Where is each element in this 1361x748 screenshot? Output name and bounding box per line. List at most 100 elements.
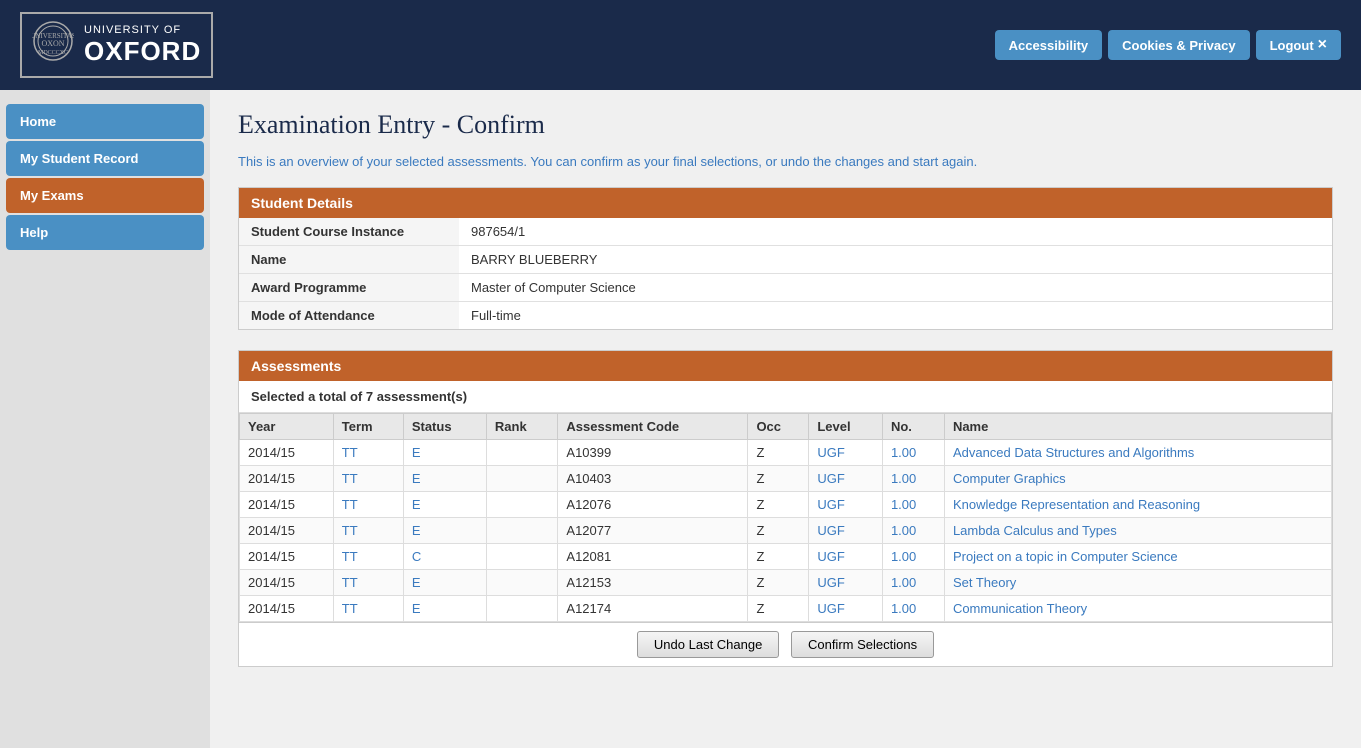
term-link: TT xyxy=(342,523,358,538)
oxford-label: OXFORD xyxy=(84,36,201,67)
sidebar-item-home[interactable]: Home xyxy=(6,104,204,139)
status-link: E xyxy=(412,445,421,460)
column-header: Occ xyxy=(748,414,809,440)
term-link: TT xyxy=(342,601,358,616)
rank-cell xyxy=(486,570,557,596)
sidebar-item-my-student-record[interactable]: My Student Record xyxy=(6,141,204,176)
assessment-name-link: Set Theory xyxy=(953,575,1016,590)
code-cell: A10399 xyxy=(558,440,748,466)
field-value: Full-time xyxy=(459,302,1332,330)
level-link: UGF xyxy=(817,523,844,538)
name-cell: Computer Graphics xyxy=(944,466,1331,492)
header: UNIVERSITAS OXON MDCCCXC UNIVERSITY OF O… xyxy=(0,0,1361,90)
table-row: NameBARRY BLUEBERRY xyxy=(239,246,1332,274)
code-cell: A12081 xyxy=(558,544,748,570)
sidebar-item-my-exams[interactable]: My Exams xyxy=(6,178,204,213)
term-link: TT xyxy=(342,445,358,460)
table-row: 2014/15 TT E A12077 Z UGF 1.00 Lambda Ca… xyxy=(240,518,1332,544)
rank-cell xyxy=(486,492,557,518)
column-header: Name xyxy=(944,414,1331,440)
column-header: Assessment Code xyxy=(558,414,748,440)
table-footer: Undo Last Change Confirm Selections xyxy=(239,622,1332,666)
column-header: Level xyxy=(809,414,883,440)
assessments-header: Assessments xyxy=(239,351,1332,381)
assessment-name-link: Lambda Calculus and Types xyxy=(953,523,1117,538)
occ-cell: Z xyxy=(748,492,809,518)
status-cell: C xyxy=(403,544,486,570)
level-link: UGF xyxy=(817,549,844,564)
logout-button[interactable]: Logout xyxy=(1256,30,1341,60)
year-cell: 2014/15 xyxy=(240,596,334,622)
occ-cell: Z xyxy=(748,596,809,622)
rank-cell xyxy=(486,544,557,570)
assessment-name-link: Computer Graphics xyxy=(953,471,1066,486)
status-link: E xyxy=(412,497,421,512)
rank-cell xyxy=(486,596,557,622)
assessments-section: Assessments Selected a total of 7 assess… xyxy=(238,350,1333,667)
level-link: UGF xyxy=(817,497,844,512)
term-cell: TT xyxy=(333,440,403,466)
code-cell: A10403 xyxy=(558,466,748,492)
no-cell: 1.00 xyxy=(882,466,944,492)
logo-text: UNIVERSITY OF OXFORD xyxy=(84,24,201,67)
rank-cell xyxy=(486,440,557,466)
level-cell: UGF xyxy=(809,492,883,518)
field-value: BARRY BLUEBERRY xyxy=(459,246,1332,274)
term-cell: TT xyxy=(333,466,403,492)
accessibility-button[interactable]: Accessibility xyxy=(995,30,1103,60)
term-cell: TT xyxy=(333,570,403,596)
sidebar: HomeMy Student RecordMy ExamsHelp xyxy=(0,90,210,748)
column-header: Year xyxy=(240,414,334,440)
term-cell: TT xyxy=(333,492,403,518)
status-cell: E xyxy=(403,570,486,596)
column-header: No. xyxy=(882,414,944,440)
no-cell: 1.00 xyxy=(882,596,944,622)
sidebar-item-help[interactable]: Help xyxy=(6,215,204,250)
table-row: Award ProgrammeMaster of Computer Scienc… xyxy=(239,274,1332,302)
logo: UNIVERSITAS OXON MDCCCXC UNIVERSITY OF O… xyxy=(20,12,213,78)
confirm-selections-button[interactable]: Confirm Selections xyxy=(791,631,934,658)
level-cell: UGF xyxy=(809,518,883,544)
field-value: 987654/1 xyxy=(459,218,1332,246)
no-cell: 1.00 xyxy=(882,440,944,466)
field-label: Mode of Attendance xyxy=(239,302,459,330)
table-row: 2014/15 TT E A10403 Z UGF 1.00 Computer … xyxy=(240,466,1332,492)
occ-cell: Z xyxy=(748,570,809,596)
code-cell: A12077 xyxy=(558,518,748,544)
svg-text:MDCCCXC: MDCCCXC xyxy=(38,50,68,56)
term-link: TT xyxy=(342,549,358,564)
rank-cell xyxy=(486,466,557,492)
field-label: Student Course Instance xyxy=(239,218,459,246)
layout: HomeMy Student RecordMy ExamsHelp Examin… xyxy=(0,90,1361,748)
year-cell: 2014/15 xyxy=(240,440,334,466)
name-cell: Project on a topic in Computer Science xyxy=(944,544,1331,570)
level-cell: UGF xyxy=(809,596,883,622)
column-header: Status xyxy=(403,414,486,440)
occ-cell: Z xyxy=(748,544,809,570)
name-cell: Communication Theory xyxy=(944,596,1331,622)
rank-cell xyxy=(486,518,557,544)
status-link: C xyxy=(412,549,421,564)
level-link: UGF xyxy=(817,575,844,590)
level-link: UGF xyxy=(817,445,844,460)
field-value: Master of Computer Science xyxy=(459,274,1332,302)
no-link: 1.00 xyxy=(891,471,916,486)
term-cell: TT xyxy=(333,596,403,622)
level-cell: UGF xyxy=(809,544,883,570)
status-link: E xyxy=(412,523,421,538)
table-row: 2014/15 TT E A12174 Z UGF 1.00 Communica… xyxy=(240,596,1332,622)
term-link: TT xyxy=(342,497,358,512)
assessment-name-link: Advanced Data Structures and Algorithms xyxy=(953,445,1194,460)
name-cell: Knowledge Representation and Reasoning xyxy=(944,492,1331,518)
occ-cell: Z xyxy=(748,440,809,466)
undo-last-change-button[interactable]: Undo Last Change xyxy=(637,631,779,658)
term-cell: TT xyxy=(333,518,403,544)
name-cell: Set Theory xyxy=(944,570,1331,596)
status-cell: E xyxy=(403,466,486,492)
no-cell: 1.00 xyxy=(882,544,944,570)
table-row: Student Course Instance987654/1 xyxy=(239,218,1332,246)
no-cell: 1.00 xyxy=(882,518,944,544)
level-link: UGF xyxy=(817,471,844,486)
no-cell: 1.00 xyxy=(882,492,944,518)
cookies-privacy-button[interactable]: Cookies & Privacy xyxy=(1108,30,1249,60)
